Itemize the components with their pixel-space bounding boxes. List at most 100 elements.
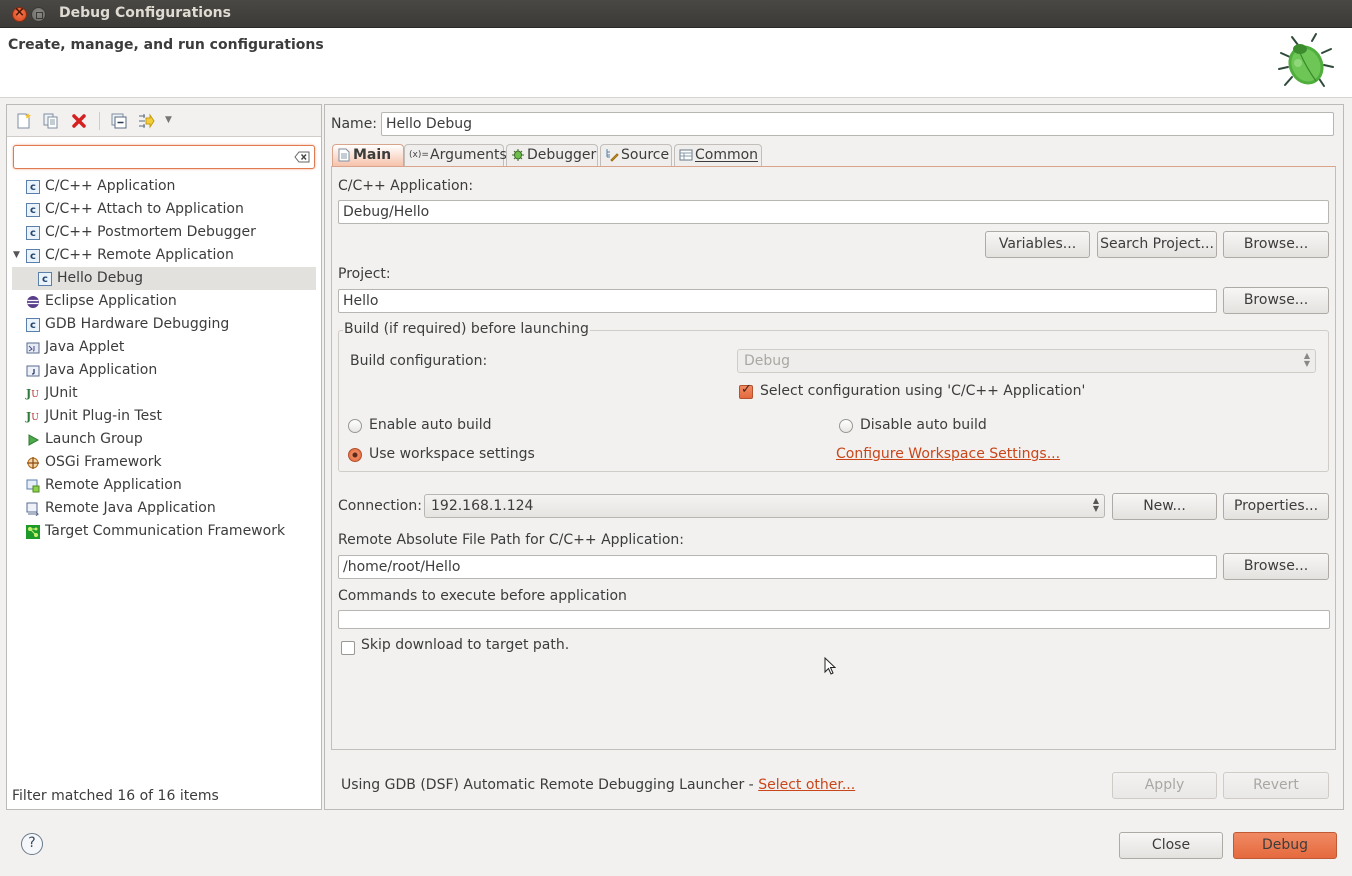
tree-item-junit[interactable]: JU JUnit (12, 382, 316, 405)
tree-item-gdb-hardware-debugging[interactable]: GDB Hardware Debugging (12, 313, 316, 337)
revert-button[interactable]: Revert (1223, 772, 1329, 799)
collapse-all-icon[interactable] (110, 112, 128, 130)
name-input[interactable] (382, 113, 1333, 135)
new-configuration-icon[interactable] (15, 112, 33, 130)
dialog-description: Create, manage, and run configurations (8, 37, 324, 53)
main-tab-content: C/C++ Application: Variables... Search P… (331, 166, 1336, 750)
connection-label: Connection: (338, 498, 422, 514)
enable-auto-build-label: Enable auto build (369, 417, 492, 433)
eclipse-icon (27, 296, 39, 308)
tree-item-label: C/C++ Postmortem Debugger (45, 224, 256, 240)
filter-icon[interactable] (137, 112, 155, 130)
debug-button[interactable]: Debug (1233, 832, 1337, 859)
tree-item-cpp-attach[interactable]: C/C++ Attach to Application (12, 198, 316, 222)
remote-path-field[interactable] (338, 555, 1217, 579)
project-label: Project: (338, 266, 391, 282)
tree-item-remote-java-application[interactable]: Remote Java Application (12, 497, 316, 520)
tree-item-target-communication-framework[interactable]: Target Communication Framework (12, 520, 316, 543)
search-project-button[interactable]: Search Project... (1097, 231, 1217, 258)
spinner-arrows-icon: ▲ ▼ (1303, 351, 1310, 368)
filter-input[interactable] (13, 145, 315, 169)
select-other-launcher-link[interactable]: Select other... (758, 777, 855, 793)
window-close-button[interactable] (12, 5, 27, 22)
tree-item-label: GDB Hardware Debugging (45, 316, 230, 332)
select-configuration-checkbox[interactable] (739, 382, 753, 399)
new-connection-button[interactable]: New... (1112, 493, 1217, 520)
tab-common[interactable]: Common (674, 144, 762, 166)
apply-button[interactable]: Apply (1112, 772, 1217, 799)
tree-item-label: Java Applet (45, 339, 125, 355)
name-label: Name: (331, 116, 378, 132)
tree-item-label: JUnit Plug-in Test (45, 408, 163, 424)
commands-input[interactable] (339, 611, 1329, 628)
expand-collapse-icon[interactable]: ▼ (13, 244, 20, 267)
help-icon[interactable]: ? (21, 833, 43, 855)
tree-item-eclipse-application[interactable]: Eclipse Application (12, 290, 316, 313)
skip-download-checkbox[interactable] (341, 641, 355, 655)
tree-item-label: Launch Group (45, 431, 143, 447)
c-app-icon (26, 199, 40, 222)
remote-path-input[interactable] (339, 556, 1216, 578)
tree-item-hello-debug[interactable]: Hello Debug (12, 267, 316, 291)
tree-item-osgi-framework[interactable]: OSGi Framework (12, 451, 316, 474)
tab-label: Arguments (430, 147, 507, 163)
name-field[interactable] (381, 112, 1334, 136)
window-titlebar: Debug Configurations (0, 0, 1352, 28)
build-configuration-value: Debug (744, 353, 791, 369)
enable-auto-build-radio[interactable] (348, 419, 362, 433)
tree-item-label: Hello Debug (57, 270, 143, 286)
tree-item-cpp-postmortem[interactable]: C/C++ Postmortem Debugger (12, 221, 316, 245)
tab-source[interactable]: Source (600, 144, 672, 166)
window-maximize-button[interactable] (31, 7, 46, 22)
tree-item-label: Remote Java Application (45, 500, 216, 516)
use-workspace-settings-radio[interactable] (348, 448, 362, 462)
delete-icon[interactable] (70, 112, 88, 130)
variables-button[interactable]: Variables... (985, 231, 1090, 258)
cpp-application-input[interactable] (339, 201, 1328, 223)
tab-debugger[interactable]: Debugger (506, 144, 598, 166)
disable-auto-build-label: Disable auto build (860, 417, 987, 433)
use-workspace-settings-label: Use workspace settings (369, 446, 535, 462)
remote-app-icon (26, 479, 40, 493)
cpp-application-field[interactable] (338, 200, 1329, 224)
close-button[interactable]: Close (1119, 832, 1223, 859)
duplicate-icon[interactable] (42, 112, 60, 130)
configuration-toolbar: ▼ (7, 105, 321, 137)
bug-icon (1278, 33, 1334, 87)
configuration-editor-panel: Name: Main (x)= Arguments Debugger (324, 104, 1344, 810)
filter-text-field[interactable] (18, 147, 288, 167)
main-tab-icon (338, 148, 350, 162)
tree-item-label: C/C++ Application (45, 178, 176, 194)
tab-label: Debugger (527, 147, 597, 163)
junit-plugin-icon: JU (26, 410, 39, 423)
c-app-icon (26, 222, 40, 245)
arguments-icon: (x)= (409, 150, 429, 160)
connection-select[interactable]: 192.168.1.124 ▲ ▼ (424, 494, 1105, 518)
tree-item-launch-group[interactable]: Launch Group (12, 428, 316, 451)
c-app-icon (26, 245, 40, 268)
browse-application-button[interactable]: Browse... (1223, 231, 1329, 258)
view-menu-chevron-icon[interactable]: ▼ (165, 115, 172, 125)
disable-auto-build-radio[interactable] (839, 419, 853, 433)
browse-remote-path-button[interactable]: Browse... (1223, 553, 1329, 580)
connection-properties-button[interactable]: Properties... (1223, 493, 1329, 520)
dialog-header: Create, manage, and run configurations (0, 28, 1352, 98)
tree-item-java-application[interactable]: Java Application (12, 359, 316, 382)
tree-item-java-applet[interactable]: Java Applet (12, 336, 316, 359)
tree-item-junit-plugin-test[interactable]: JU JUnit Plug-in Test (12, 405, 316, 428)
tree-item-cpp-remote-application[interactable]: ▼ C/C++ Remote Application (12, 244, 316, 268)
configure-workspace-settings-link[interactable]: Configure Workspace Settings... (836, 446, 1060, 462)
tree-item-cpp-application[interactable]: C/C++ Application (12, 175, 316, 199)
filter-status-text: Filter matched 16 of 16 items (12, 788, 219, 804)
tree-item-label: Remote Application (45, 477, 182, 493)
project-input[interactable] (339, 290, 1216, 312)
java-applet-icon (26, 342, 40, 354)
clear-filter-icon[interactable] (294, 151, 310, 163)
tree-item-label: C/C++ Remote Application (45, 247, 234, 263)
tab-main[interactable]: Main (332, 144, 404, 166)
browse-project-button[interactable]: Browse... (1223, 287, 1329, 314)
tree-item-remote-application[interactable]: Remote Application (12, 474, 316, 497)
project-field[interactable] (338, 289, 1217, 313)
tab-arguments[interactable]: (x)= Arguments (404, 144, 507, 166)
commands-field[interactable] (338, 610, 1330, 629)
